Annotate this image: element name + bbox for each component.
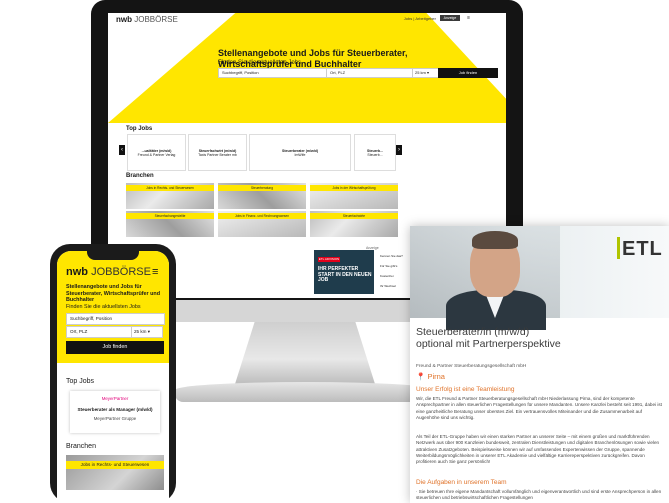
phone-branche-tile[interactable]: Jobs in Rechts- und Steuerwesen bbox=[66, 455, 164, 490]
phone-logo[interactable]: nwb JOBBÖRSE bbox=[66, 266, 151, 278]
desktop-radius-select[interactable]: 25 km ▾ bbox=[412, 68, 440, 78]
branche-tile[interactable]: Steuerfachwirte bbox=[310, 211, 398, 237]
desktop-logo[interactable]: nwb JOBBÖRSE bbox=[116, 15, 178, 24]
carousel-prev-button[interactable]: ‹ bbox=[119, 145, 125, 155]
phone-top-jobs-heading: Top Jobs bbox=[66, 378, 95, 385]
job-title: Steuerberater/in (m/w/d) optional mit Pa… bbox=[416, 326, 666, 350]
ad-badge: ETL ADVISION bbox=[318, 257, 340, 262]
branche-label: Jobs in Rechts- und Steuerwesen bbox=[126, 185, 214, 191]
phone-top-job-card[interactable]: MeyerPartner Steuerberater als Manager (… bbox=[70, 391, 160, 433]
top-job-company: ImWife bbox=[294, 153, 306, 157]
phone-branchen-heading: Branchen bbox=[66, 443, 96, 450]
phone-radius-select[interactable]: 25 km ▾ bbox=[131, 326, 163, 338]
monitor-stand bbox=[235, 322, 375, 384]
branche-tile[interactable]: Jobs in der Wirtschaftsprüfung bbox=[310, 183, 398, 209]
top-job-company: Freund & Partner Verlag bbox=[137, 153, 176, 157]
radius-value: 25 km bbox=[415, 70, 426, 75]
phone-search-button[interactable]: Job finden bbox=[66, 341, 164, 354]
nav-arbeitgeber[interactable]: Arbeitgeber bbox=[415, 16, 436, 21]
phone-search-input[interactable]: Suchbegriff, Position bbox=[66, 313, 165, 325]
job-card-company: MeyerPartner Gruppe bbox=[93, 416, 137, 421]
desktop-search-input[interactable]: Suchbegriff, Position bbox=[218, 68, 327, 78]
job-detail-card: ETL Steuerberater/in (m/w/d) optional mi… bbox=[410, 226, 669, 503]
paragraph-etl-group: Als Teil der ETL-Gruppe haben wir einen … bbox=[416, 434, 660, 465]
ad-dark-panel: ETL ADVISION IHR PERFEKTER START IN DEN … bbox=[314, 250, 374, 294]
branche-label: Jobs in Finanz- und Rechnungswesen bbox=[218, 213, 306, 219]
branche-label: Jobs in der Wirtschaftsprüfung bbox=[310, 185, 398, 191]
etl-logo: ETL bbox=[622, 238, 663, 260]
section-heading-team: Unser Erfolg ist eine Teamleistung bbox=[416, 386, 515, 393]
section-heading-tasks: Die Aufgaben in unserem Team bbox=[416, 479, 507, 486]
branche-tile[interactable]: Jobs in Rechts- und Steuerwesen bbox=[126, 183, 214, 209]
top-job-card[interactable]: Steuerberater (m/w/d) ImWife bbox=[249, 134, 351, 171]
menu-icon[interactable]: ≡ bbox=[467, 15, 470, 21]
phone-location-input[interactable]: Ort, PLZ bbox=[66, 326, 133, 338]
branche-label: Steuerfachwirte bbox=[310, 213, 398, 219]
job-card-title: Steuerberater als Manager (m/w/d) bbox=[77, 407, 153, 412]
logo-bold: nwb bbox=[66, 266, 88, 278]
logo-light: JOBBÖRSE bbox=[91, 266, 151, 278]
top-job-card[interactable]: ...ualitäter (m/w/d) Freund & Partner Ver… bbox=[127, 134, 186, 171]
ad-headline: IHR PERFEKTER START IN DEN NEUEN JOB bbox=[318, 266, 372, 283]
ad-item: Kostenfrei bbox=[380, 274, 394, 278]
hamburger-menu-icon[interactable]: ≡ bbox=[152, 266, 158, 278]
carousel-next-button[interactable]: › bbox=[396, 145, 402, 155]
branche-tile[interactable]: Jobs in Finanz- und Rechnungswesen bbox=[218, 211, 306, 237]
top-job-card[interactable]: Steuerb... Steuerb... bbox=[354, 134, 396, 171]
phone-screen: nwb JOBBÖRSE ≡ Stellenangebote und Jobs … bbox=[57, 251, 169, 503]
ad-item: Für Sie gibt's bbox=[380, 264, 398, 268]
nav-jobs[interactable]: Jobs bbox=[404, 16, 412, 21]
desktop-page-title: Stellenangebote und Jobs für Steuerberat… bbox=[218, 48, 408, 69]
company-logo: MeyerPartner bbox=[101, 396, 129, 401]
logo-bold: nwb bbox=[116, 15, 132, 24]
top-job-card[interactable]: Steuerfachwirt (m/w/d) Taxis Partner Bera… bbox=[188, 134, 247, 171]
ad-item: Ihr Wechsel bbox=[380, 284, 396, 288]
location-pin-icon: 📍 bbox=[416, 372, 426, 381]
job-title-line1: Steuerberater/in (m/w/d) bbox=[416, 326, 530, 338]
branche-label: Jobs in Rechts- und Steuerwesen bbox=[66, 461, 164, 469]
desktop-search-button[interactable]: Job finden bbox=[438, 68, 498, 78]
location-text: Pirna bbox=[427, 372, 445, 381]
monitor-foot bbox=[175, 382, 437, 402]
top-job-company: Steuerb... bbox=[367, 153, 383, 157]
desktop-location-input[interactable]: Ort, PLZ bbox=[326, 68, 415, 78]
task-list-item: · Sie betreuen Ihre eigene Mandantschaft… bbox=[416, 489, 662, 501]
job-location: 📍 Pirna bbox=[416, 372, 445, 381]
paragraph-intro: Wir, die ETL Freund & Partner Steuerbera… bbox=[416, 396, 662, 420]
branche-tile[interactable]: Steuerfachangestellte bbox=[126, 211, 214, 237]
job-title-line2: optional mit Partnerperspektive bbox=[416, 338, 561, 350]
phone-notch bbox=[87, 251, 139, 260]
etl-logo-bar bbox=[617, 237, 620, 259]
desktop-nav-links: Jobs | Arbeitgeber bbox=[404, 16, 436, 21]
radius-value: 25 km bbox=[134, 329, 147, 334]
desktop-branchen-heading: Branchen bbox=[126, 173, 154, 179]
nav-post-ad-button[interactable]: Anzeige schalten bbox=[440, 15, 460, 26]
phone-subtitle: Finden Sie die aktuellsten Jobs bbox=[66, 304, 141, 310]
job-company[interactable]: Freund & Partner Steuerberatungsgesellsc… bbox=[416, 364, 526, 369]
branche-label: Steuerfachangestellte bbox=[126, 213, 214, 219]
branche-label: Steuerberatung bbox=[218, 185, 306, 191]
person-hair bbox=[472, 231, 518, 249]
desktop-top-jobs-heading: Top Jobs bbox=[126, 126, 153, 132]
top-job-company: Taxis Partner Berater mb bbox=[198, 153, 237, 157]
branche-tile[interactable]: Steuerberatung bbox=[218, 183, 306, 209]
phone-page-title: Stellenangebote und Jobs für Steuerberat… bbox=[66, 284, 161, 303]
ad-item: Kennen Sie das? bbox=[380, 254, 403, 258]
desktop-subtitle: Finden Sie die aktuellsten Jobs bbox=[218, 60, 302, 66]
logo-light: JOBBÖRSE bbox=[134, 15, 178, 24]
